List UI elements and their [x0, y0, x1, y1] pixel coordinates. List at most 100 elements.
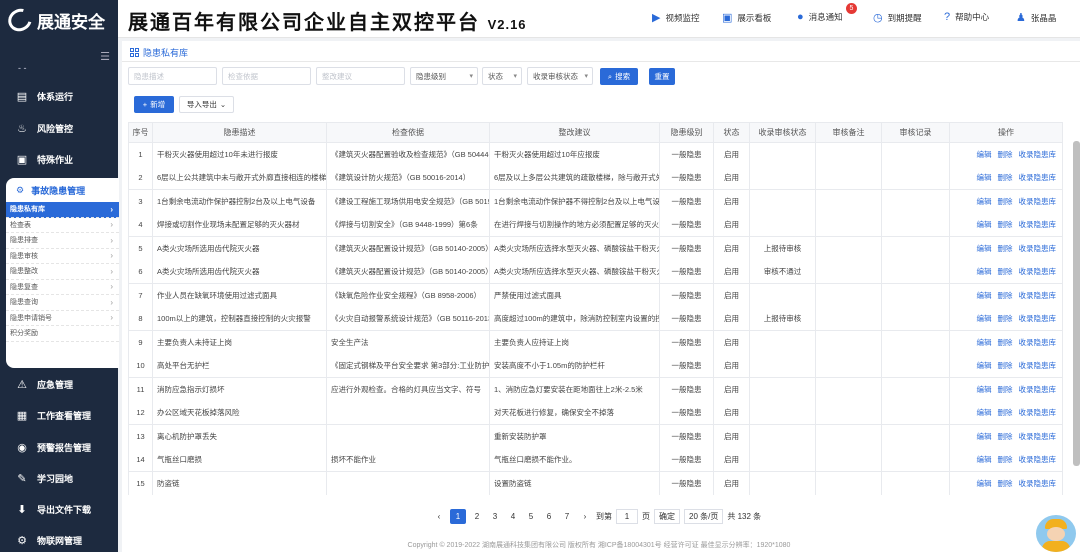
sidebar-item-work-view[interactable]: ▦ 工作查看管理 — [0, 403, 118, 427]
delete-link[interactable]: 删除 — [998, 361, 1013, 370]
table-row[interactable]: 11 消防应急指示灯损坏 应进行外观检查。合格的灯具应当文字、符号 1、消防应急灯要安… — [128, 377, 1063, 401]
edit-link[interactable]: 编辑 — [977, 338, 992, 347]
collect-link[interactable]: 收录隐患库 — [1019, 173, 1057, 182]
expiry-reminder-button[interactable]: ◷ 到期提醒 — [873, 11, 922, 24]
reset-button[interactable]: 重置 — [649, 68, 675, 85]
table-row[interactable]: 13 离心机防护罩丢失 重新安装防护罩 一般隐患 启用 编辑 删除 收录隐患库 — [128, 424, 1063, 448]
confirm-button[interactable]: 确定 — [654, 508, 680, 524]
submenu-item-review[interactable]: 隐患审核 › — [6, 249, 119, 264]
edit-link[interactable]: 编辑 — [977, 150, 992, 159]
delete-link[interactable]: 删除 — [998, 220, 1013, 229]
edit-link[interactable]: 编辑 — [977, 197, 992, 206]
delete-link[interactable]: 删除 — [998, 408, 1013, 417]
add-button[interactable]: + 新增 — [134, 96, 174, 113]
sidebar-item-emergency[interactable]: ⚠ 应急管理 — [0, 372, 118, 396]
submenu-item-recheck[interactable]: 隐患复查 › — [6, 280, 119, 295]
table-row[interactable]: 15 防盗链 设置防盗链 一般隐患 启用 编辑 删除 收录隐患库 — [128, 471, 1063, 495]
user-menu[interactable]: ♟ 张晶晶 — [1016, 11, 1056, 24]
prev-page-button[interactable]: ‹ — [432, 509, 446, 524]
table-row[interactable]: 12 办公区域天花板掉落风险 对天花板进行修复，确保安全不掉落 一般隐患 启用 编辑 删除收… — [128, 401, 1063, 425]
table-row[interactable]: 6 A类火灾场所选用齿代院灭火器 《建筑灭火器配置设计规范》（GB 50140-20… — [128, 260, 1063, 284]
edit-link[interactable]: 编辑 — [977, 432, 992, 441]
delete-link[interactable]: 删除 — [998, 173, 1013, 182]
collect-link[interactable]: 收录隐患库 — [1019, 432, 1057, 441]
submenu-item-points[interactable]: 积分奖励 — [6, 326, 119, 342]
assistant-avatar[interactable] — [1036, 515, 1076, 552]
table-row[interactable]: 4 焊接或切割作业现场未配置足够的灭火器材 《焊接与切割安全》（GB 9448-19… — [128, 213, 1063, 237]
sidebar-item-export[interactable]: ⬇ 导出文件下载 — [0, 497, 118, 521]
video-monitor-button[interactable]: ▶ 视频监控 — [652, 11, 699, 24]
table-row[interactable]: 2 6层以上公共建筑中未与敞开式外廊直接相连的楼梯间 《建筑设计防火规范》（GB 5… — [128, 166, 1063, 190]
collect-link[interactable]: 收录隐患库 — [1019, 455, 1057, 464]
table-row[interactable]: 8 100m以上的建筑，控制器直接控制的火灾报警 《火灾自动报警系统设计规范》（GB… — [128, 307, 1063, 331]
collect-link[interactable]: 收录隐患库 — [1019, 361, 1057, 370]
edit-link[interactable]: 编辑 — [977, 455, 992, 464]
page-number[interactable]: 5 — [524, 509, 538, 524]
table-row[interactable]: 14 气瓶丝口磨损 损坏不能作业 气瓶丝口磨损不能作业。 一般隐患 启用 编辑 删除 收录隐患库 — [128, 448, 1063, 472]
page-number[interactable]: 4 — [506, 509, 520, 524]
sidebar-item-hazard[interactable]: ⚙ 事故隐患管理 — [6, 178, 119, 202]
delete-link[interactable]: 删除 — [998, 338, 1013, 347]
delete-link[interactable]: 删除 — [998, 267, 1013, 276]
collect-link[interactable]: 收录隐患库 — [1019, 408, 1057, 417]
delete-link[interactable]: 删除 — [998, 314, 1013, 323]
collect-link[interactable]: 收录隐患库 — [1019, 291, 1057, 300]
scrollbar[interactable] — [1073, 141, 1080, 466]
delete-link[interactable]: 删除 — [998, 385, 1013, 394]
table-row[interactable]: 3 1台剩余电流动作保护器控制2台及以上电气设备 《建设工程施工现场供用电安全规范》… — [128, 189, 1063, 213]
edit-link[interactable]: 编辑 — [977, 220, 992, 229]
edit-link[interactable]: 编辑 — [977, 173, 992, 182]
collect-link[interactable]: 收录隐患库 — [1019, 479, 1057, 488]
search-button[interactable]: ⌕ 搜索 — [600, 68, 638, 85]
dashboard-button[interactable]: ▣ 展示看板 — [722, 11, 771, 24]
edit-link[interactable]: 编辑 — [977, 314, 992, 323]
sidebar-item-learning[interactable]: ✎ 学习园地 — [0, 466, 118, 490]
submenu-item-checklist[interactable]: 检查表 › — [6, 218, 119, 233]
notification-button[interactable]: ● 消息通知 — [797, 11, 843, 23]
sidebar-item-alert-report[interactable]: ◉ 预警报告管理 — [0, 435, 118, 459]
audit-select[interactable]: 收录审核状态 ▾ — [527, 67, 593, 85]
status-select[interactable]: 状态 ▾ — [482, 67, 522, 85]
delete-link[interactable]: 删除 — [998, 455, 1013, 464]
page-number[interactable]: 6 — [542, 509, 556, 524]
edit-link[interactable]: 编辑 — [977, 385, 992, 394]
table-row[interactable]: 10高处平台无护栏《固定式钢梯及平台安全要求 第3部分:工业防护栏杆及钢平台》安… — [128, 354, 1063, 378]
help-center-button[interactable]: ? 帮助中心 — [944, 11, 989, 23]
sidebar-item-iot[interactable]: ⚙ 物联网管理 — [0, 528, 118, 552]
table-row[interactable]: 5 A类火灾场所选用齿代院灭火器 《建筑灭火器配置设计规范》（GB 50140-20… — [128, 236, 1063, 260]
delete-link[interactable]: 删除 — [998, 244, 1013, 253]
next-page-button[interactable]: › — [578, 509, 592, 524]
level-select[interactable]: 隐患级别 ▾ — [410, 67, 478, 85]
edit-link[interactable]: 编辑 — [977, 361, 992, 370]
table-row[interactable]: 9 主要负责人未持证上岗 安全生产法 主要负责人应持证上岗 一般隐患 启用 编辑 删除 收录隐患… — [128, 330, 1063, 354]
submenu-item-inspection[interactable]: 隐患排查 › — [6, 233, 119, 249]
delete-link[interactable]: 删除 — [998, 197, 1013, 206]
page-input[interactable]: 1 — [616, 508, 638, 524]
collect-link[interactable]: 收录隐患库 — [1019, 244, 1057, 253]
edit-link[interactable]: 编辑 — [977, 479, 992, 488]
sidebar-item-special-work[interactable]: ▣ 特殊作业 — [0, 147, 118, 171]
menu-toggle-icon[interactable]: ☰ — [100, 50, 110, 63]
submenu-item-rectify[interactable]: 隐患整改 › — [6, 264, 119, 280]
table-row[interactable]: 7 作业人员在缺氧环境使用过滤式面具 《缺氧危险作业安全规程》（GB 8958-20… — [128, 283, 1063, 307]
table-row[interactable]: 1 干粉灭火器使用超过10年未进行报废 《建筑灭火器配置验收及检查规范》（GB 50… — [128, 142, 1063, 166]
page-number[interactable]: 2 — [470, 509, 484, 524]
collect-link[interactable]: 收录隐患库 — [1019, 338, 1057, 347]
desc-input[interactable]: 隐患描述 — [128, 67, 217, 85]
submenu-item-cancel[interactable]: 隐患申请销号 › — [6, 311, 119, 326]
delete-link[interactable]: 删除 — [998, 479, 1013, 488]
collect-link[interactable]: 收录隐患库 — [1019, 150, 1057, 159]
edit-link[interactable]: 编辑 — [977, 267, 992, 276]
sidebar-item-risk[interactable]: ♨ 风险管控 — [0, 116, 118, 140]
collect-link[interactable]: 收录隐患库 — [1019, 385, 1057, 394]
delete-link[interactable]: 删除 — [998, 432, 1013, 441]
submenu-item-private-lib[interactable]: 隐患私有库 › — [6, 202, 119, 218]
suggestion-input[interactable]: 整改建议 — [316, 67, 405, 85]
edit-link[interactable]: 编辑 — [977, 408, 992, 417]
page-number[interactable]: 3 — [488, 509, 502, 524]
delete-link[interactable]: 删除 — [998, 291, 1013, 300]
edit-link[interactable]: 编辑 — [977, 291, 992, 300]
page-number[interactable]: 1 — [450, 508, 466, 524]
page-size-select[interactable]: 20 条/页 — [684, 508, 724, 524]
collect-link[interactable]: 收录隐患库 — [1019, 314, 1057, 323]
